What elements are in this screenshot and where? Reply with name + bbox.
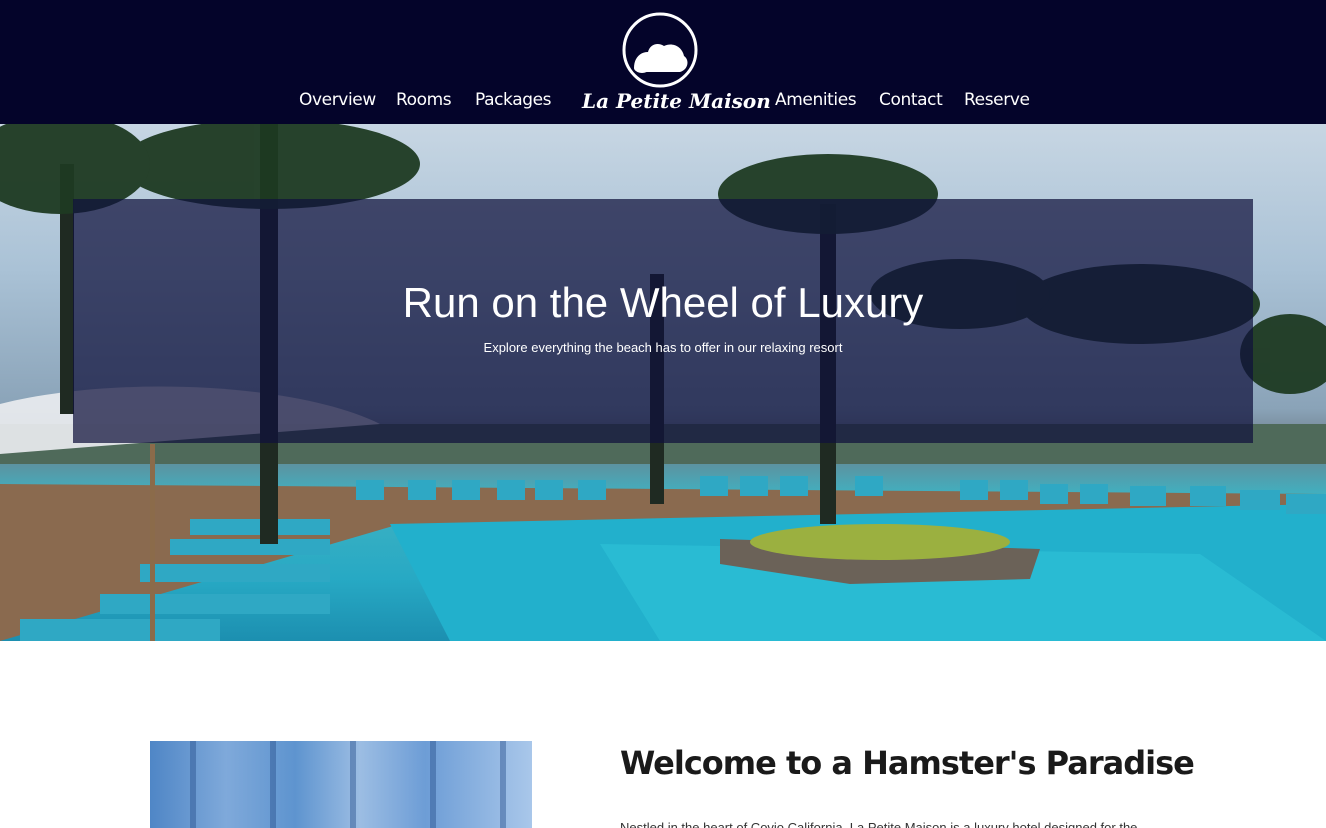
nav-overview-link[interactable]: Overview	[299, 86, 376, 114]
nav-contact-link[interactable]: Contact	[879, 86, 943, 114]
nav-packages-link[interactable]: Packages	[475, 86, 552, 114]
nav-amenities-link[interactable]: Amenities	[775, 86, 857, 114]
hero-overlay-panel: Run on the Wheel of Luxury Explore every…	[73, 199, 1253, 443]
hamster-logo-icon[interactable]	[620, 10, 700, 90]
hero-banner: Run on the Wheel of Luxury Explore every…	[0, 124, 1326, 641]
welcome-heading: Welcome to a Hamster's Paradise	[620, 744, 1195, 782]
hero-title: Run on the Wheel of Luxury	[402, 279, 924, 326]
nav-reserve-link[interactable]: Reserve	[964, 86, 1030, 114]
welcome-paragraph: Nestled in the heart of Covio California…	[620, 820, 1138, 828]
site-header: Overview Rooms Packages La Petite Maison…	[0, 0, 1326, 124]
brand-logo-text[interactable]: La Petite Maison	[582, 84, 771, 118]
hero-subtitle: Explore everything the beach has to offe…	[483, 340, 843, 355]
welcome-image	[150, 741, 532, 828]
nav-rooms-link[interactable]: Rooms	[396, 86, 452, 114]
